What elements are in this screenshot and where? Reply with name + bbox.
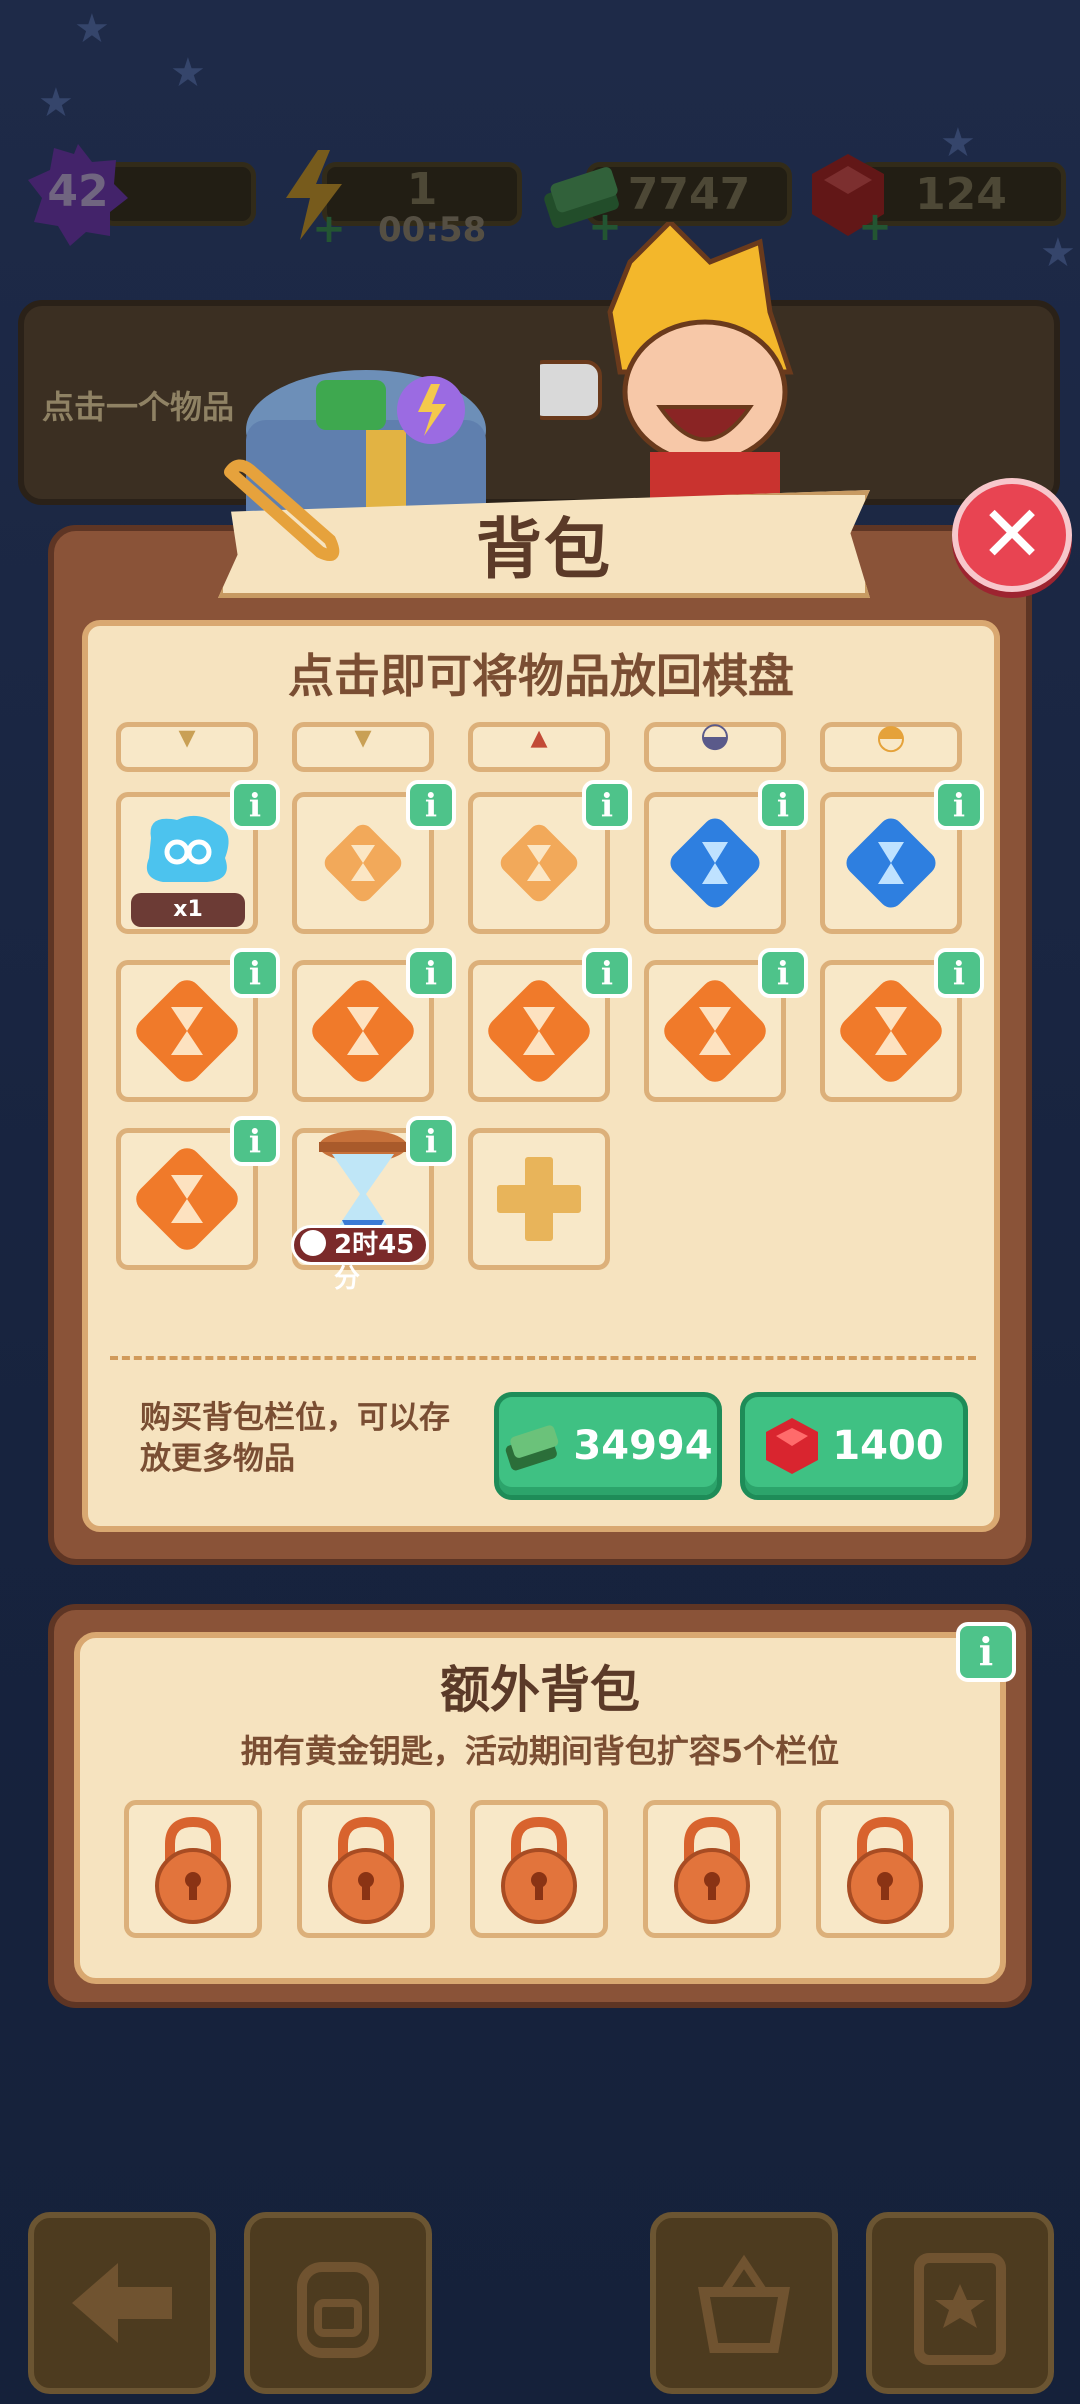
energy-add-icon[interactable]: +	[312, 206, 346, 252]
padlock-icon	[847, 1816, 923, 1924]
shop-nav-button[interactable]	[650, 2212, 838, 2394]
locked-slot[interactable]	[816, 1800, 954, 1938]
item-info-button[interactable]: i	[758, 948, 808, 998]
cash-stack-icon	[506, 1425, 559, 1471]
blue-hourglass-icon	[846, 818, 936, 908]
backpack-slot-partial[interactable]: ▴	[468, 717, 610, 772]
level-badge[interactable]: 42	[24, 140, 132, 248]
bg-star-icon: ★	[170, 50, 206, 96]
bag-item-icon: ◓	[876, 717, 906, 757]
backpack-slot-partial[interactable]: ▾	[116, 717, 258, 772]
item-info-button[interactable]: i	[230, 780, 280, 830]
red-gem-icon	[766, 1418, 819, 1474]
item-info-button[interactable]: i	[582, 780, 632, 830]
locked-slot[interactable]	[124, 1800, 262, 1938]
mascot-character	[528, 218, 860, 512]
item-info-button[interactable]: i	[934, 780, 984, 830]
paperclip-icon	[210, 452, 350, 572]
backpack-nav-button[interactable]	[244, 2212, 432, 2394]
buy-with-cash-button[interactable]: 34994	[494, 1392, 722, 1500]
add-slot-plus-icon	[497, 1157, 581, 1241]
item-info-button[interactable]: i	[758, 780, 808, 830]
close-icon: ✕	[979, 490, 1045, 580]
energy-value: 1	[406, 163, 438, 215]
blue-hourglass-icon	[670, 818, 760, 908]
backpack-slot-partial[interactable]: ◓	[820, 717, 962, 772]
timer-clock-icon	[300, 1230, 326, 1256]
timer-badge: 2时45分	[291, 1225, 429, 1294]
ring-item-icon: ◒	[700, 715, 730, 755]
cash-price: 34994	[573, 1423, 713, 1469]
locked-slot[interactable]	[470, 1800, 608, 1938]
level-value: 42	[47, 166, 109, 217]
extra-backpack-info-button[interactable]: i	[956, 1622, 1016, 1682]
item-info-button[interactable]: i	[934, 948, 984, 998]
tassel-item-icon: ▾	[354, 717, 372, 757]
padlock-icon	[155, 1816, 231, 1924]
bg-star-icon: ★	[940, 120, 976, 166]
item-info-button[interactable]: i	[582, 948, 632, 998]
tasks-nav-button[interactable]	[866, 2212, 1054, 2394]
gem-value: 124	[915, 168, 1007, 220]
clipboard-star-icon	[914, 2253, 1006, 2365]
locked-slot[interactable]	[643, 1800, 781, 1938]
back-arrow-icon	[72, 2263, 172, 2343]
buy-with-gem-button[interactable]: 1400	[740, 1392, 968, 1500]
backpack-slot-partial[interactable]: ▾	[292, 717, 434, 772]
quantity-badge: x1	[131, 893, 245, 927]
locked-slot[interactable]	[297, 1800, 435, 1938]
info-banner-text: 点击一个物品	[42, 388, 235, 426]
padlock-icon	[328, 1816, 404, 1924]
add-slot-button[interactable]	[468, 1128, 610, 1270]
board-info-banner: 点击一个物品	[18, 300, 1060, 505]
padlock-icon	[501, 1816, 577, 1924]
gem-price: 1400	[832, 1423, 944, 1469]
padlock-icon	[674, 1816, 750, 1924]
back-nav-button[interactable]	[28, 2212, 216, 2394]
orange-hourglass-small-icon	[500, 824, 578, 902]
divider	[110, 1356, 976, 1360]
item-info-button[interactable]: i	[406, 780, 456, 830]
item-info-button[interactable]: i	[406, 948, 456, 998]
gem-add-icon[interactable]: +	[858, 204, 892, 250]
cash-value: 7747	[627, 168, 751, 220]
close-button[interactable]: ✕	[952, 478, 1072, 592]
red-item-icon: ▴	[530, 717, 548, 757]
basket-icon	[698, 2254, 790, 2353]
backpack-subtitle: 点击即可将物品放回棋盘	[288, 649, 794, 703]
bg-star-icon: ★	[38, 80, 74, 126]
item-info-button[interactable]: i	[406, 1116, 456, 1166]
bg-star-icon: ★	[1040, 230, 1076, 276]
buy-slot-text: 购买背包栏位，可以存放更多物品	[140, 1400, 450, 1477]
extra-backpack-title: 额外背包	[440, 1661, 640, 1719]
energy-timer: 00:58	[378, 210, 487, 250]
orange-hourglass-small-icon	[324, 824, 402, 902]
item-info-button[interactable]: i	[230, 1116, 280, 1166]
item-info-button[interactable]: i	[230, 948, 280, 998]
backpack-slot-partial[interactable]: ◒	[644, 715, 786, 772]
tassel-item-icon: ▾	[178, 717, 196, 757]
scissors-pack-icon	[146, 815, 229, 882]
backpack-title: 背包	[476, 511, 612, 588]
bg-star-icon: ★	[74, 6, 110, 52]
backpack-icon	[297, 2262, 379, 2358]
extra-backpack-subtitle: 拥有黄金钥匙，活动期间背包扩容5个栏位	[240, 1732, 840, 1770]
